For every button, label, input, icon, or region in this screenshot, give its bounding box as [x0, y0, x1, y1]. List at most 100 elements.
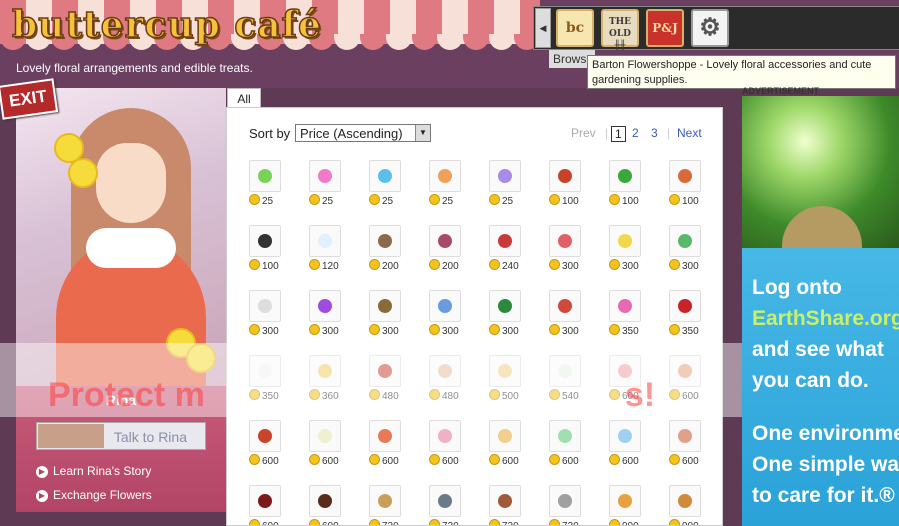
prev-page-link[interactable]: Prev [571, 126, 596, 140]
page-2-link[interactable]: 2 [632, 126, 639, 140]
item-thumbnail[interactable] [309, 420, 341, 452]
item-thumbnail[interactable] [309, 485, 341, 517]
shop-item[interactable]: 720 [489, 485, 523, 525]
learn-story-link[interactable]: ▶ Learn Rina's Story [36, 464, 151, 478]
item-thumbnail[interactable] [669, 355, 701, 387]
item-thumbnail[interactable] [309, 290, 341, 322]
shop-item[interactable]: 300 [369, 290, 403, 337]
shop-item[interactable]: 360 [309, 355, 343, 402]
item-thumbnail[interactable] [609, 290, 641, 322]
item-thumbnail[interactable] [249, 485, 281, 517]
shop-item[interactable]: 350 [609, 290, 643, 337]
item-thumbnail[interactable] [429, 225, 461, 257]
page-1-link[interactable]: 1 [611, 126, 626, 142]
shop-item[interactable]: 600 [369, 420, 403, 467]
item-thumbnail[interactable] [309, 225, 341, 257]
item-thumbnail[interactable] [429, 420, 461, 452]
item-thumbnail[interactable] [609, 420, 641, 452]
shop-item[interactable]: 600 [429, 420, 463, 467]
item-thumbnail[interactable] [489, 225, 521, 257]
shop-item[interactable]: 200 [429, 225, 463, 272]
item-thumbnail[interactable] [489, 355, 521, 387]
shop-item[interactable]: 120 [309, 225, 343, 272]
shop-item[interactable]: 720 [369, 485, 403, 525]
shop-item[interactable]: 600 [549, 420, 583, 467]
shop-item[interactable]: 300 [669, 225, 703, 272]
item-thumbnail[interactable] [549, 485, 581, 517]
sort-dropdown[interactable]: Price (Ascending) ▼ [295, 124, 431, 142]
page-3-link[interactable]: 3 [651, 126, 658, 140]
item-thumbnail[interactable] [609, 355, 641, 387]
item-thumbnail[interactable] [369, 160, 401, 192]
item-thumbnail[interactable] [549, 160, 581, 192]
shop-item[interactable]: 500 [489, 355, 523, 402]
shop-item[interactable]: 900 [609, 485, 643, 525]
shop-item[interactable]: 600 [249, 420, 283, 467]
item-thumbnail[interactable] [429, 160, 461, 192]
shop-item[interactable]: 600 [609, 420, 643, 467]
settings-gear-icon[interactable]: ⚙ [691, 9, 729, 47]
tab-all[interactable]: All [227, 88, 261, 109]
shop-item[interactable]: 300 [489, 290, 523, 337]
shop-item[interactable]: 100 [669, 160, 703, 207]
shop-item[interactable]: 600 [669, 420, 703, 467]
shop-item[interactable]: 25 [249, 160, 283, 207]
browse-left-arrow[interactable]: ◀ [535, 8, 551, 48]
item-thumbnail[interactable] [429, 485, 461, 517]
item-thumbnail[interactable] [609, 485, 641, 517]
shop-item[interactable]: 240 [489, 225, 523, 272]
shop-item[interactable]: 300 [249, 290, 283, 337]
exchange-flowers-link[interactable]: ▶ Exchange Flowers [36, 488, 152, 502]
item-thumbnail[interactable] [609, 225, 641, 257]
item-thumbnail[interactable] [249, 290, 281, 322]
shop-item[interactable]: 300 [309, 290, 343, 337]
shop-item[interactable]: 600 [309, 485, 343, 525]
item-thumbnail[interactable] [249, 420, 281, 452]
next-page-link[interactable]: Next [677, 126, 702, 140]
item-thumbnail[interactable] [669, 160, 701, 192]
item-thumbnail[interactable] [609, 160, 641, 192]
item-thumbnail[interactable] [369, 290, 401, 322]
item-thumbnail[interactable] [669, 485, 701, 517]
item-thumbnail[interactable] [429, 290, 461, 322]
shop-item[interactable]: 25 [429, 160, 463, 207]
shop-item[interactable]: 600 [609, 355, 643, 402]
item-thumbnail[interactable] [549, 355, 581, 387]
shop-item[interactable]: 540 [549, 355, 583, 402]
shop-item[interactable]: 350 [669, 290, 703, 337]
shop-item[interactable]: 300 [549, 290, 583, 337]
item-thumbnail[interactable] [369, 485, 401, 517]
shop-item[interactable]: 480 [369, 355, 403, 402]
shop-item[interactable]: 600 [669, 355, 703, 402]
shop-item[interactable]: 25 [489, 160, 523, 207]
item-thumbnail[interactable] [489, 160, 521, 192]
shop-item[interactable]: 480 [429, 355, 463, 402]
item-thumbnail[interactable] [369, 355, 401, 387]
shop-item[interactable]: 900 [669, 485, 703, 525]
item-thumbnail[interactable] [429, 355, 461, 387]
item-thumbnail[interactable] [309, 355, 341, 387]
shop-icon-the-old[interactable]: THE OLD ╫╫ [601, 9, 639, 51]
shop-icon-buttercup[interactable]: bc [556, 9, 594, 47]
shop-item[interactable]: 720 [549, 485, 583, 525]
shop-item[interactable]: 600 [489, 420, 523, 467]
shop-item[interactable]: 300 [429, 290, 463, 337]
buttercup-cafe-logo[interactable]: buttercup café [11, 3, 322, 47]
shop-item[interactable]: 300 [609, 225, 643, 272]
forest-advertisement[interactable] [742, 96, 899, 248]
shop-item[interactable]: 25 [369, 160, 403, 207]
item-thumbnail[interactable] [369, 420, 401, 452]
item-thumbnail[interactable] [249, 225, 281, 257]
shop-icon-pj[interactable]: P&J [646, 9, 684, 47]
shop-item[interactable]: 100 [549, 160, 583, 207]
item-thumbnail[interactable] [549, 290, 581, 322]
shop-item[interactable]: 600 [249, 485, 283, 525]
shop-item[interactable]: 100 [609, 160, 643, 207]
shop-item[interactable]: 200 [369, 225, 403, 272]
shop-item[interactable]: 100 [249, 225, 283, 272]
item-thumbnail[interactable] [489, 290, 521, 322]
shop-item[interactable]: 25 [309, 160, 343, 207]
item-thumbnail[interactable] [309, 160, 341, 192]
item-thumbnail[interactable] [489, 485, 521, 517]
item-thumbnail[interactable] [669, 225, 701, 257]
